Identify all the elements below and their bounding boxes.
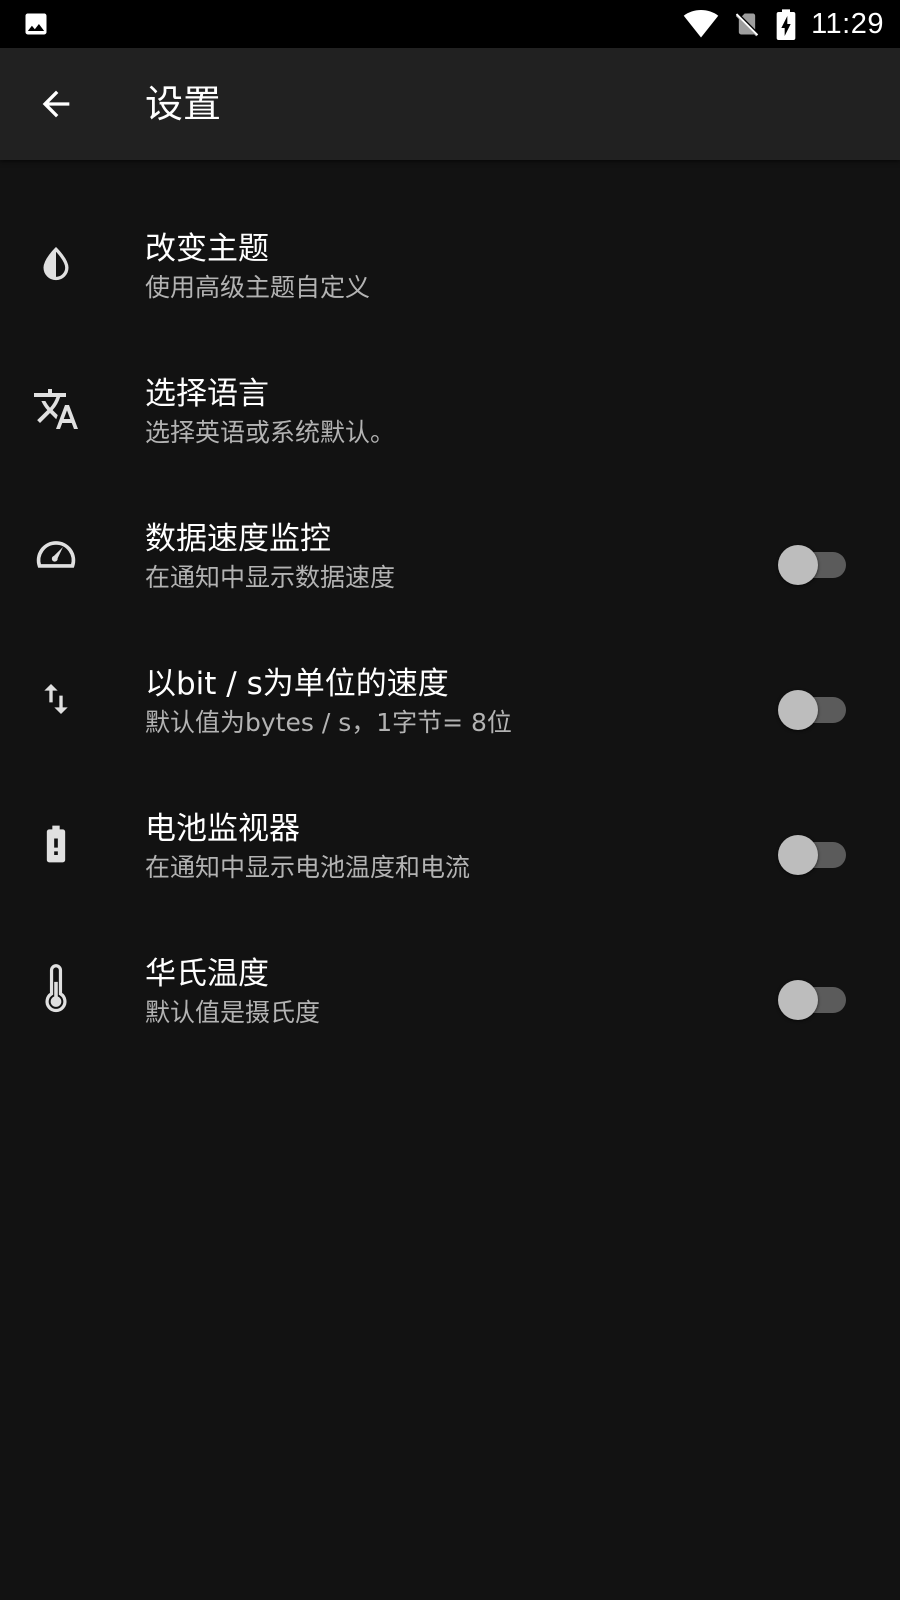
- status-icons: 11:29: [683, 0, 884, 48]
- arrow-back-icon: [42, 90, 70, 118]
- setting-title: 选择语言: [145, 376, 269, 412]
- data-speed-switch[interactable]: [778, 538, 848, 585]
- setting-title: 电池监视器: [145, 811, 300, 847]
- setting-change-theme[interactable]: 改变主题 使用高级主题自定义: [0, 208, 900, 353]
- setting-title: 改变主题: [145, 231, 269, 267]
- setting-title: 以bit / s为单位的速度: [145, 666, 449, 702]
- fahrenheit-switch[interactable]: [778, 973, 848, 1020]
- battery-monitor-switch[interactable]: [778, 828, 848, 875]
- app-bar: 设置: [0, 48, 900, 160]
- setting-title: 华氏温度: [145, 956, 269, 992]
- setting-text: 以bit / s为单位的速度 默认值为bytes / s，1字节= 8位: [145, 663, 735, 741]
- setting-fahrenheit[interactable]: 华氏温度 默认值是摄氏度: [0, 933, 900, 1078]
- back-button[interactable]: [28, 76, 84, 132]
- switch-thumb: [778, 835, 818, 875]
- status-bar: 11:29: [0, 0, 900, 48]
- setting-data-speed-monitor[interactable]: 数据速度监控 在通知中显示数据速度: [0, 498, 900, 643]
- switch-thumb: [778, 545, 818, 585]
- setting-text: 改变主题 使用高级主题自定义: [145, 228, 735, 306]
- theme-drop-icon: [28, 236, 84, 292]
- setting-subtitle: 默认值为bytes / s，1字节= 8位: [145, 708, 512, 737]
- translate-icon: [28, 381, 84, 437]
- setting-text: 华氏温度 默认值是摄氏度: [145, 953, 735, 1031]
- setting-text: 电池监视器 在通知中显示电池温度和电流: [145, 808, 735, 886]
- thermometer-icon: [28, 961, 84, 1017]
- setting-subtitle: 在通知中显示数据速度: [145, 563, 396, 592]
- swap-vertical-icon: [28, 671, 84, 727]
- setting-subtitle: 使用高级主题自定义: [145, 273, 371, 302]
- image-icon: [25, 13, 47, 35]
- setting-text: 数据速度监控 在通知中显示数据速度: [145, 518, 735, 596]
- switch-thumb: [778, 980, 818, 1020]
- setting-choose-language[interactable]: 选择语言 选择英语或系统默认。: [0, 353, 900, 498]
- switch-thumb: [778, 690, 818, 730]
- battery-charging-icon: [776, 9, 796, 40]
- setting-speed-in-bits[interactable]: 以bit / s为单位的速度 默认值为bytes / s，1字节= 8位: [0, 643, 900, 788]
- status-time: 11:29: [811, 7, 884, 40]
- setting-text: 选择语言 选择英语或系统默认。: [145, 373, 735, 451]
- setting-subtitle: 选择英语或系统默认。: [145, 418, 396, 447]
- speedometer-icon: [28, 526, 84, 582]
- setting-title: 数据速度监控: [145, 521, 331, 557]
- no-sim-icon: [735, 13, 759, 37]
- page-title: 设置: [145, 82, 222, 126]
- battery-alert-icon: [28, 816, 84, 872]
- setting-subtitle: 默认值是摄氏度: [145, 998, 321, 1027]
- wifi-icon: [683, 10, 719, 38]
- settings-list: 改变主题 使用高级主题自定义 选择语言 选择英语或系统默认。 数据速度监控 在通…: [0, 208, 900, 1078]
- speed-bits-switch[interactable]: [778, 683, 848, 730]
- setting-subtitle: 在通知中显示电池温度和电流: [145, 853, 471, 882]
- setting-battery-monitor[interactable]: 电池监视器 在通知中显示电池温度和电流: [0, 788, 900, 933]
